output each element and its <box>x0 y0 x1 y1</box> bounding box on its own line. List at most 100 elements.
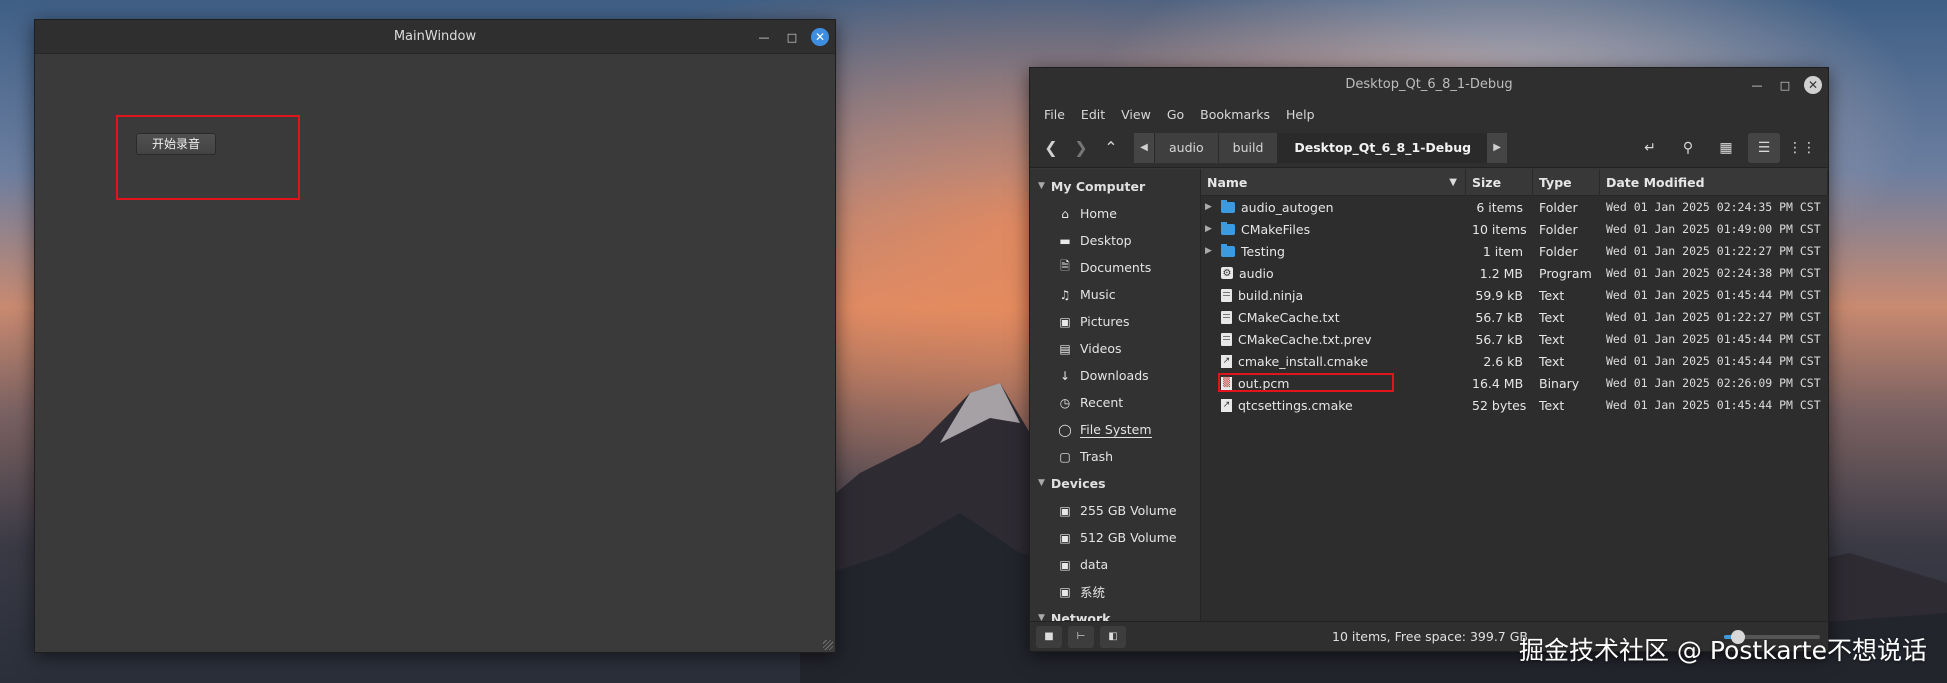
expand-arrow-icon[interactable]: ▶ <box>1205 246 1215 256</box>
sidebar-item-label: File System <box>1080 421 1152 438</box>
sidebar-item-downloads[interactable]: ↓ Downloads <box>1030 362 1200 389</box>
sidebar-item-label: data <box>1080 557 1109 572</box>
breadcrumb-audio[interactable]: audio <box>1154 132 1218 163</box>
column-date-modified[interactable]: Date Modified <box>1600 168 1828 196</box>
column-name[interactable]: Name ▼ <box>1201 168 1466 196</box>
camera-icon: ▣ <box>1059 314 1071 329</box>
home-icon: ⌂ <box>1061 206 1069 221</box>
sidebar-heading-my-computer[interactable]: ▼ My Computer <box>1030 173 1200 200</box>
file-name-cell: build.ninja <box>1201 288 1466 303</box>
minimize-icon[interactable]: — <box>755 28 773 46</box>
file-size: 59.9 kB <box>1475 287 1523 303</box>
sidebar-item-label: 512 GB Volume <box>1080 530 1177 545</box>
up-icon[interactable]: ⌃ <box>1096 133 1126 163</box>
drive-icon: ▣ <box>1059 557 1071 572</box>
file-manager-titlebar[interactable]: Desktop_Qt_6_8_1-Debug — □ ✕ <box>1030 68 1828 101</box>
trash-icon: ▢ <box>1059 449 1071 464</box>
sidebar-item-videos[interactable]: ▤ Videos <box>1030 335 1200 362</box>
expand-arrow-icon[interactable]: ▶ <box>1205 224 1215 234</box>
menu-bookmarks[interactable]: Bookmarks <box>1192 107 1278 122</box>
file-name-cell: CMakeCache.txt <box>1201 310 1466 325</box>
menu-file[interactable]: File <box>1036 107 1073 122</box>
file-type: Text <box>1539 331 1565 347</box>
search-icon[interactable]: ⚲ <box>1672 133 1704 163</box>
music-icon: ♫ <box>1059 287 1071 302</box>
sidebar-item-data[interactable]: ▣ data <box>1030 551 1200 578</box>
file-type: Text <box>1539 397 1565 413</box>
file-date-modified: Wed 01 Jan 2025 01:45:44 PM CST <box>1606 398 1821 412</box>
menu-go[interactable]: Go <box>1159 107 1192 122</box>
sidebar-heading-network[interactable]: ▼ Network <box>1030 605 1200 621</box>
toolbar: ❮ ❯ ⌃ ◀ audio build Desktop_Qt_6_8_1-Deb… <box>1030 128 1828 168</box>
main-window-titlebar[interactable]: MainWindow — □ ✕ <box>35 20 835 54</box>
file-size: 16.4 MB <box>1472 375 1524 391</box>
file-row[interactable]: ⚙ audio 1.2 MB Program Wed 01 Jan 2025 02:24… <box>1201 262 1828 284</box>
sidebar-item-home[interactable]: ⌂ Home <box>1030 200 1200 227</box>
file-type: Folder <box>1539 243 1578 259</box>
drive-icon: ▣ <box>1059 530 1071 545</box>
breadcrumb-current[interactable]: Desktop_Qt_6_8_1-Debug <box>1277 132 1488 163</box>
sidebar-item-volume-512[interactable]: ▣ 512 GB Volume <box>1030 524 1200 551</box>
icon-view-icon[interactable]: ▦ <box>1710 133 1742 163</box>
file-row[interactable]: ▶ audio_autogen 6 items Folder Wed 01 Jan 20… <box>1201 196 1828 218</box>
status-text: 10 items, Free space: 399.7 GB <box>1332 629 1528 644</box>
forward-icon[interactable]: ❯ <box>1066 133 1096 163</box>
sidebar-item-documents[interactable]: 🗎 Documents <box>1030 254 1200 281</box>
text-file-icon <box>1221 288 1232 302</box>
compact-view-icon[interactable]: ⋮⋮ <box>1786 133 1818 163</box>
file-date-modified: Wed 01 Jan 2025 01:45:44 PM CST <box>1606 354 1821 368</box>
maximize-icon[interactable]: □ <box>1776 76 1794 94</box>
file-name-cell: CMakeCache.txt.prev <box>1201 332 1466 347</box>
toggle-location-icon[interactable]: ↵ <box>1634 133 1666 163</box>
file-row[interactable]: ↗ qtcsettings.cmake 52 bytes Text Wed 01 Jan… <box>1201 394 1828 416</box>
minimize-icon[interactable]: — <box>1748 76 1766 94</box>
sidebar-item-pictures[interactable]: ▣ Pictures <box>1030 308 1200 335</box>
sidebar-item-volume-255[interactable]: ▣ 255 GB Volume <box>1030 497 1200 524</box>
file-date-modified: Wed 01 Jan 2025 02:26:09 PM CST <box>1606 376 1821 390</box>
back-icon[interactable]: ❮ <box>1036 133 1066 163</box>
sidebar-item-label: Pictures <box>1080 314 1130 329</box>
list-view-icon[interactable]: ☰ <box>1748 133 1780 163</box>
column-type[interactable]: Type <box>1533 168 1600 196</box>
breadcrumb-build[interactable]: build <box>1217 132 1278 163</box>
close-icon[interactable]: ✕ <box>811 28 829 46</box>
menu-help[interactable]: Help <box>1278 107 1323 122</box>
folder-icon <box>1221 243 1235 257</box>
file-row[interactable]: CMakeCache.txt.prev 56.7 kB Text Wed 01 Jan… <box>1201 328 1828 350</box>
expand-arrow-icon[interactable]: ▶ <box>1205 202 1215 212</box>
sidebar-item-music[interactable]: ♫ Music <box>1030 281 1200 308</box>
sidebar-item-label: Recent <box>1080 395 1124 410</box>
main-window-title: MainWindow <box>393 29 477 44</box>
sidebar-item-label: Downloads <box>1080 368 1149 383</box>
sidebar-item-file-system[interactable]: ◯ File System <box>1030 416 1200 443</box>
sidebar-item-recent[interactable]: ◷ Recent <box>1030 389 1200 416</box>
file-type: Program <box>1539 265 1592 281</box>
file-row[interactable]: CMakeCache.txt 56.7 kB Text Wed 01 Jan 2025… <box>1201 306 1828 328</box>
file-row[interactable]: ▶ CMakeFiles 10 items Folder Wed 01 Jan 2025… <box>1201 218 1828 240</box>
sidebar-item-desktop[interactable]: ▬ Desktop <box>1030 227 1200 254</box>
folder-icon <box>1221 221 1235 235</box>
column-size[interactable]: Size <box>1466 168 1533 196</box>
close-icon[interactable]: ✕ <box>1804 76 1822 94</box>
breadcrumb-left-arrow-icon[interactable]: ◀ <box>1134 132 1154 163</box>
resize-grip[interactable] <box>823 640 833 650</box>
sidebar: ▼ My Computer ⌂ Home ▬ Desktop 🗎 Documents … <box>1030 169 1201 621</box>
sidebar-item-trash[interactable]: ▢ Trash <box>1030 443 1200 470</box>
sidebar-item-label: Music <box>1080 287 1116 302</box>
file-list: Name ▼ Size Type Date Modified ▶ audio_aut… <box>1201 168 1828 621</box>
file-row[interactable]: ▶ Testing 1 item Folder Wed 01 Jan 2025 01:2… <box>1201 240 1828 262</box>
file-row[interactable]: ↗ cmake_install.cmake 2.6 kB Text Wed 01 Jan… <box>1201 350 1828 372</box>
menu-view[interactable]: View <box>1113 107 1159 122</box>
breadcrumb-right-arrow-icon[interactable]: ▶ <box>1487 132 1508 163</box>
sidebar-heading-devices[interactable]: ▼ Devices <box>1030 470 1200 497</box>
file-name: audio <box>1239 265 1274 281</box>
maximize-icon[interactable]: □ <box>783 28 801 46</box>
document-icon: 🗎 <box>1060 259 1070 273</box>
script-file-icon: ↗ <box>1221 398 1232 412</box>
file-manager-window: Desktop_Qt_6_8_1-Debug — □ ✕ File Edit V… <box>1029 67 1829 652</box>
file-size: 10 items <box>1472 221 1527 237</box>
menu-edit[interactable]: Edit <box>1073 107 1113 122</box>
file-row[interactable]: build.ninja 59.9 kB Text Wed 01 Jan 2025 01… <box>1201 284 1828 306</box>
sidebar-item-system[interactable]: ▣ 系统 <box>1030 578 1200 605</box>
file-name: CMakeCache.txt <box>1238 309 1340 325</box>
